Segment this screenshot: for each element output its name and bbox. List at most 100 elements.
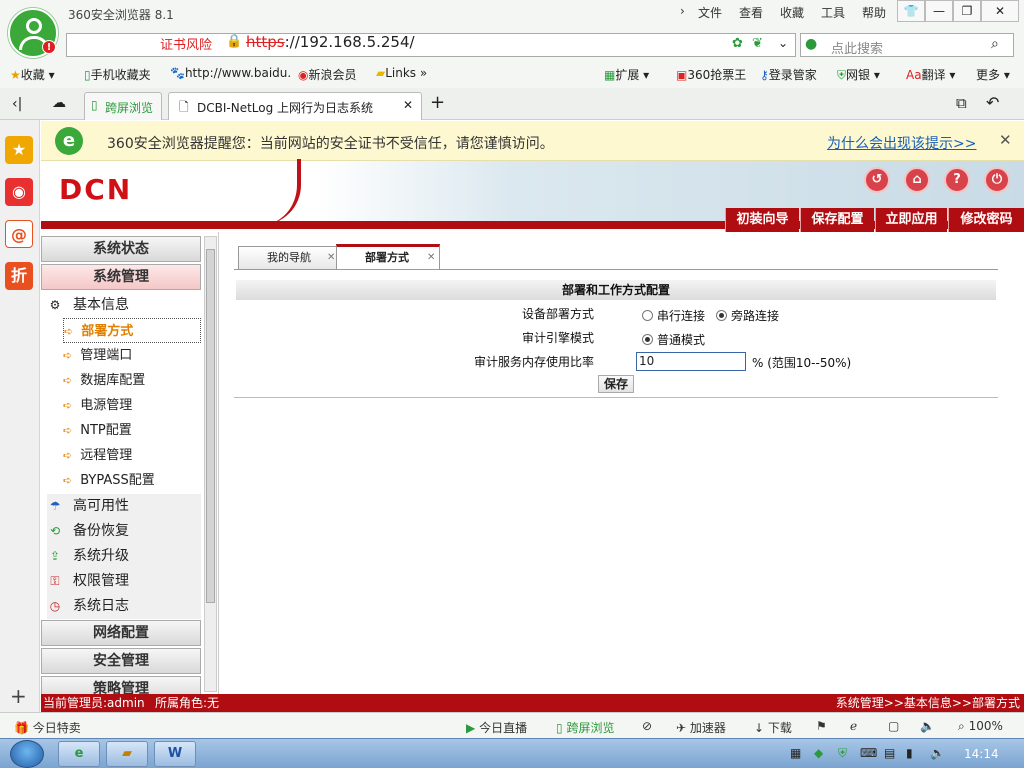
undo-icon[interactable]: ↶	[986, 93, 999, 112]
tray-clipboard-icon[interactable]: ▤	[884, 746, 895, 760]
sidebar-item-ha[interactable]: ☂ 高可用性	[47, 494, 201, 519]
ie-mode-icon[interactable]: ℯ	[850, 719, 857, 733]
sidebar-section-security[interactable]: 安全管理	[41, 648, 201, 674]
tray-network-icon[interactable]: ▦	[790, 746, 801, 760]
today-sale[interactable]: 🎁 今日特卖	[14, 719, 81, 736]
radio-bypass[interactable]: 旁路连接	[716, 307, 779, 324]
bookmark-sina[interactable]: ◉新浪会员	[298, 66, 357, 83]
tab-dcbi[interactable]: 🗋 DCBI-NetLog 上网行为日志系统 ✕	[168, 92, 422, 120]
sidebar-item-power-mgmt[interactable]: ➪ 电源管理	[63, 393, 201, 418]
scroll-thumb[interactable]	[206, 249, 215, 603]
menu-file[interactable]: 文件	[698, 4, 722, 21]
skin-button[interactable]: 👕	[897, 0, 925, 22]
cloud-icon[interactable]: ☁	[52, 95, 66, 111]
bookmark-translate[interactable]: Aa翻译 ▾	[906, 66, 955, 83]
sidebar-item-mgmt-port[interactable]: ➪ 管理端口	[63, 343, 201, 368]
flag-icon[interactable]: ⚑	[816, 719, 827, 733]
memory-ratio-input[interactable]: 10	[636, 352, 746, 371]
sidebar-section-status[interactable]: 系统状态	[41, 236, 201, 262]
tab-deploy-mode[interactable]: 部署方式 ✕	[336, 244, 440, 270]
minimize-button[interactable]: —	[925, 0, 953, 22]
clean-icon[interactable]: ⊘	[642, 719, 652, 733]
add-icon[interactable]: +	[10, 684, 27, 708]
sidebar-item-bypass[interactable]: ➪ BYPASS配置	[63, 468, 201, 493]
power-icon[interactable]: ⏻	[984, 167, 1010, 193]
start-button-icon[interactable]	[10, 740, 44, 768]
window-switch-icon[interactable]: ⧉	[956, 94, 967, 112]
search-input[interactable]: 点此搜索	[831, 38, 883, 57]
leaf-icon[interactable]: ❦	[752, 36, 763, 51]
accelerator[interactable]: ✈ 加速器	[676, 719, 726, 736]
radio-bypass-circle[interactable]	[716, 310, 727, 321]
taskbar-browser-icon[interactable]: e	[58, 741, 100, 767]
bookmark-mobile[interactable]: ▯手机收藏夹	[84, 66, 151, 83]
tray-shield-icon[interactable]: ⛨	[838, 746, 847, 761]
logout-icon[interactable]: ↺	[864, 167, 890, 193]
sidebar-section-system-admin[interactable]: 系统管理	[41, 264, 201, 290]
sidebar-section-network[interactable]: 网络配置	[41, 620, 201, 646]
favorites-star-icon[interactable]: ★	[5, 136, 33, 164]
close-warning-icon[interactable]: ✕	[999, 131, 1012, 149]
search-box[interactable]: ● 点此搜索 ⌕	[800, 33, 1014, 57]
user-avatar-icon[interactable]: !	[8, 8, 58, 58]
zoom-level[interactable]: ⌕ 100%	[958, 719, 1003, 734]
save-button[interactable]: 保存	[598, 375, 634, 393]
menu-view[interactable]: 查看	[739, 4, 763, 21]
menu-help[interactable]: 帮助	[862, 4, 886, 21]
radio-normal-circle[interactable]	[642, 334, 653, 345]
sidebar-item-syslog[interactable]: ◷ 系统日志	[47, 594, 201, 619]
change-password-button[interactable]: 修改密码	[948, 208, 1024, 232]
tray-app-icon[interactable]: ◆	[814, 746, 823, 760]
close-tab-icon[interactable]: ✕	[327, 247, 335, 269]
maximize-button[interactable]: ❐	[953, 0, 981, 22]
close-tab-icon[interactable]: ✕	[427, 247, 435, 269]
weibo-icon[interactable]: ◉	[5, 178, 33, 206]
tab-my-nav[interactable]: 我的导航 ✕	[238, 246, 338, 270]
downloads[interactable]: ↓ 下载	[754, 719, 792, 736]
url-text[interactable]: https://192.168.5.254/	[246, 33, 415, 51]
close-button[interactable]: ✕	[981, 0, 1019, 22]
bookmark-links[interactable]: ▰Links »	[376, 66, 427, 80]
search-icon[interactable]: ⌕	[991, 36, 999, 52]
volume-icon[interactable]: 🔈	[920, 719, 935, 733]
bookmark-more[interactable]: 更多 ▾	[976, 66, 1010, 83]
today-live[interactable]: ▶ 今日直播	[466, 719, 527, 736]
menu-favorites[interactable]: 收藏	[780, 4, 804, 21]
tray-input-icon[interactable]: ⌨	[860, 746, 877, 760]
search-engine-icon[interactable]: ●	[805, 36, 817, 52]
wizard-button[interactable]: 初装向导	[725, 208, 799, 232]
taskbar-word-icon[interactable]: W	[154, 741, 196, 767]
tab-list-icon[interactable]: ‹|	[12, 96, 22, 112]
cross-screen-status[interactable]: ▯ 跨屏浏览	[556, 719, 614, 736]
sidebar-section-policy[interactable]: 策略管理	[41, 676, 201, 694]
apply-now-button[interactable]: 立即应用	[875, 208, 947, 232]
bookmark-extensions[interactable]: ▦扩展 ▾	[604, 66, 649, 83]
bookmark-bank[interactable]: ⛨网银 ▾	[837, 66, 880, 83]
radio-serial-circle[interactable]	[642, 310, 653, 321]
why-link[interactable]: 为什么会出现该提示>>	[827, 133, 976, 153]
radio-serial[interactable]: 串行连接	[642, 307, 705, 324]
sidebar-item-ntp[interactable]: ➪ NTP配置	[63, 418, 201, 443]
cert-warning[interactable]: 证书风险	[160, 34, 212, 53]
menu-tools[interactable]: 工具	[821, 4, 845, 21]
save-config-button[interactable]: 保存配置	[800, 208, 874, 232]
sidebar-scrollbar[interactable]	[204, 236, 217, 692]
sidebar-item-deploy-mode[interactable]: ➪ 部署方式	[63, 318, 201, 343]
sidebar-item-basic-info[interactable]: ⚙ 基本信息	[47, 293, 201, 318]
bookmark-favorites[interactable]: ★收藏 ▾	[10, 66, 55, 83]
shield-icon[interactable]: ✿	[732, 36, 743, 51]
help-icon[interactable]: ?	[944, 167, 970, 193]
tray-volume-icon[interactable]: 🔈	[930, 746, 945, 760]
chevron-right-icon[interactable]: ›	[680, 4, 685, 18]
sidebar-item-upgrade[interactable]: ⇪ 系统升级	[47, 544, 201, 569]
bookmark-login-manager[interactable]: ⚷登录管家	[760, 66, 817, 83]
sidebar-item-db-config[interactable]: ➪ 数据库配置	[63, 368, 201, 393]
close-tab-icon[interactable]: ✕	[403, 98, 413, 112]
window-icon[interactable]: ▢	[888, 719, 899, 733]
tray-signal-icon[interactable]: ▮	[906, 746, 913, 760]
clock[interactable]: 14:14	[964, 747, 999, 761]
home-icon[interactable]: ⌂	[904, 167, 930, 193]
sidebar-item-backup[interactable]: ⟲ 备份恢复	[47, 519, 201, 544]
radio-normal[interactable]: 普通模式	[642, 331, 705, 348]
chevron-down-icon[interactable]: ⌄	[778, 36, 788, 50]
